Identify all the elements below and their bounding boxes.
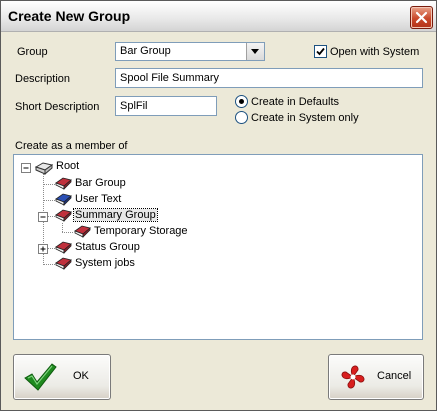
group-select[interactable]: Bar Group bbox=[115, 42, 265, 61]
tree-item-label: Status Group bbox=[75, 241, 140, 253]
description-label: Description bbox=[15, 73, 71, 85]
description-value: Spool File Summary bbox=[120, 72, 220, 84]
blue-book-icon bbox=[55, 193, 72, 206]
chevron-down-icon bbox=[251, 49, 259, 54]
cancel-icon bbox=[341, 365, 365, 389]
description-field[interactable]: Spool File Summary bbox=[115, 68, 423, 88]
tree-connector bbox=[43, 200, 55, 201]
tree-heading: Create as a member of bbox=[15, 140, 128, 152]
tree-connector bbox=[62, 232, 73, 233]
checkmark-icon bbox=[316, 47, 325, 56]
green-checkmark-icon bbox=[24, 363, 57, 391]
red-book-icon bbox=[55, 257, 72, 270]
create-in-system-only-label[interactable]: Create in System only bbox=[251, 112, 359, 124]
title-bar[interactable]: Create New Group bbox=[1, 1, 436, 32]
group-select-value: Bar Group bbox=[120, 45, 171, 57]
tree-connector bbox=[43, 184, 55, 185]
open-with-system-label[interactable]: Open with System bbox=[330, 46, 419, 58]
tree-item-label: System jobs bbox=[75, 257, 135, 269]
tree-connector bbox=[62, 223, 63, 232]
ok-button-label: OK bbox=[73, 370, 89, 382]
group-tree[interactable]: Root Bar Group User Text Summary Group T… bbox=[13, 154, 423, 340]
open-with-system-checkbox[interactable] bbox=[314, 45, 327, 58]
tree-item-label: Summary Group bbox=[73, 208, 158, 222]
radio-selected-dot bbox=[239, 99, 244, 104]
ok-button[interactable]: OK bbox=[13, 354, 111, 400]
red-book-icon bbox=[55, 241, 72, 254]
tree-connector bbox=[47, 248, 55, 249]
dialog-title: Create New Group bbox=[8, 8, 131, 24]
cancel-button-label: Cancel bbox=[377, 370, 412, 382]
short-description-value: SplFil bbox=[120, 100, 148, 112]
short-description-field[interactable]: SplFil bbox=[115, 96, 217, 116]
tree-item-label: Temporary Storage bbox=[94, 225, 188, 237]
red-book-icon bbox=[74, 225, 91, 238]
close-button[interactable] bbox=[410, 6, 433, 29]
tree-collapse-toggle-summary-group[interactable] bbox=[38, 212, 48, 222]
root-folder-icon bbox=[34, 162, 54, 175]
short-description-label: Short Description bbox=[15, 101, 100, 113]
tree-expand-toggle-status-group[interactable] bbox=[38, 244, 48, 254]
tree-connector bbox=[47, 216, 55, 217]
tree-item-label: Root bbox=[56, 160, 80, 172]
close-icon bbox=[415, 11, 428, 24]
tree-item-label: User Text bbox=[75, 193, 122, 205]
cancel-button[interactable]: Cancel bbox=[328, 354, 424, 400]
red-book-icon bbox=[55, 177, 72, 190]
minus-icon bbox=[23, 167, 29, 169]
create-in-defaults-radio[interactable] bbox=[235, 95, 248, 108]
create-new-group-dialog: Create New Group Group Bar Group Open wi… bbox=[0, 0, 437, 411]
tree-collapse-toggle-root[interactable] bbox=[21, 163, 31, 173]
tree-item-label: Bar Group bbox=[75, 177, 126, 189]
create-in-system-only-radio[interactable] bbox=[235, 111, 248, 124]
create-in-defaults-label[interactable]: Create in Defaults bbox=[251, 96, 339, 108]
red-book-icon bbox=[55, 209, 72, 222]
plus-icon bbox=[40, 246, 46, 252]
group-select-dropdown-button[interactable] bbox=[246, 43, 264, 60]
tree-connector bbox=[43, 264, 55, 265]
group-label: Group bbox=[17, 46, 48, 58]
minus-icon bbox=[40, 216, 46, 218]
